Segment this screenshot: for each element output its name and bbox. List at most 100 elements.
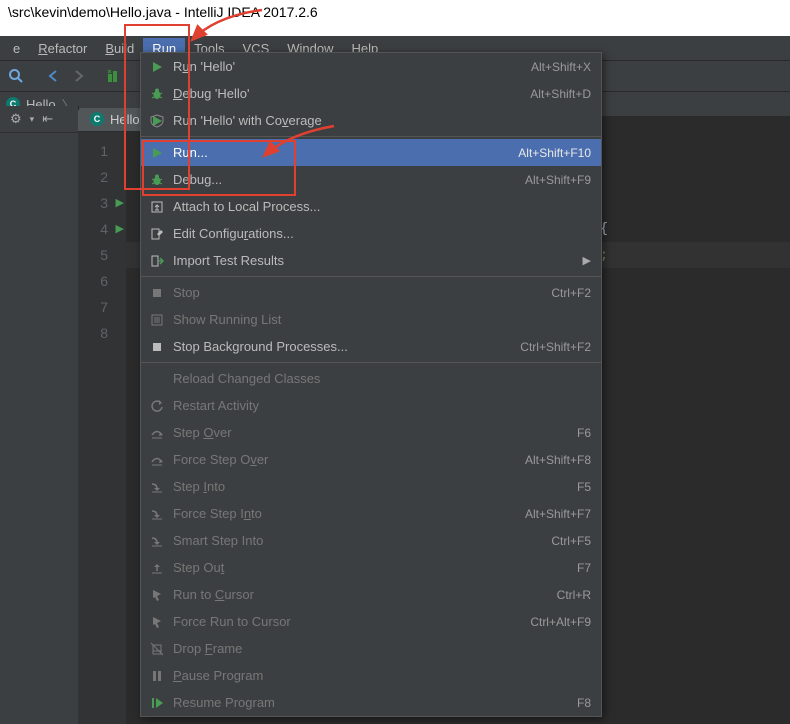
line-number: 2 xyxy=(78,164,126,190)
drop-icon xyxy=(147,639,167,659)
menu-shortcut: Ctrl+F5 xyxy=(551,534,591,548)
menu-item-label: Import Test Results xyxy=(173,253,591,268)
menu-item-label: Step Out xyxy=(173,560,577,575)
menu-item: Pause Program xyxy=(141,662,601,689)
menu-item-label: Debug... xyxy=(173,172,525,187)
play-icon xyxy=(147,57,167,77)
search-icon[interactable] xyxy=(4,64,28,88)
menu-refactor[interactable]: Refactor xyxy=(29,38,96,59)
menu-item-label: Edit Configurations... xyxy=(173,226,591,241)
list-icon xyxy=(147,310,167,330)
menu-item[interactable]: Run...Alt+Shift+F10 xyxy=(141,139,601,166)
stop-icon xyxy=(147,283,167,303)
window-title: \src\kevin\demo\Hello.java - IntelliJ ID… xyxy=(0,0,790,36)
menu-item[interactable]: Debug...Alt+Shift+F9 xyxy=(141,166,601,193)
gutter: 1 2 3 4 5 6 7 8 xyxy=(78,132,126,724)
menu-separator xyxy=(141,136,601,137)
side-column: ⚙ ▾ ⇤ xyxy=(0,106,79,724)
menu-item: Smart Step IntoCtrl+F5 xyxy=(141,527,601,554)
menu-shortcut: Ctrl+R xyxy=(557,588,591,602)
gear-icon[interactable]: ⚙ xyxy=(10,111,22,127)
build-icon[interactable] xyxy=(102,64,126,88)
menu-item[interactable]: Edit Configurations... xyxy=(141,220,601,247)
menu-item-label: Force Run to Cursor xyxy=(173,614,530,629)
menu-shortcut: Ctrl+Shift+F2 xyxy=(520,340,591,354)
menu-build[interactable]: Build xyxy=(96,38,143,59)
line-number: 7 xyxy=(78,294,126,320)
menu-item[interactable]: Stop Background Processes...Ctrl+Shift+F… xyxy=(141,333,601,360)
forward-icon[interactable] xyxy=(66,64,90,88)
run-dropdown: Run 'Hello'Alt+Shift+XDebug 'Hello'Alt+S… xyxy=(140,52,602,717)
menu-item: Force Step OverAlt+Shift+F8 xyxy=(141,446,601,473)
menu-shortcut: Alt+Shift+D xyxy=(530,87,591,101)
file-tab-label: Hello xyxy=(110,112,140,127)
pause-icon xyxy=(147,666,167,686)
stepover-icon xyxy=(147,450,167,470)
menu-item: Step OutF7 xyxy=(141,554,601,581)
menu-item-label: Stop xyxy=(173,285,551,300)
line-number[interactable]: 3 xyxy=(78,190,126,216)
menu-shortcut: F8 xyxy=(577,696,591,710)
menu-item-label: Show Running List xyxy=(173,312,591,327)
menu-item: Resume ProgramF8 xyxy=(141,689,601,716)
coverage-icon xyxy=(147,111,167,131)
menu-item-label: Step Into xyxy=(173,479,577,494)
menu-separator xyxy=(141,276,601,277)
menu-item: Show Running List xyxy=(141,306,601,333)
menu-shortcut: F6 xyxy=(577,426,591,440)
menu-item[interactable]: Debug 'Hello'Alt+Shift+D xyxy=(141,80,601,107)
menu-item-label: Run 'Hello' with Coverage xyxy=(173,113,591,128)
menu-shortcut: Alt+Shift+F10 xyxy=(518,146,591,160)
menu-item: Drop Frame xyxy=(141,635,601,662)
attach-icon xyxy=(147,197,167,217)
menu-shortcut: F7 xyxy=(577,561,591,575)
stop-icon xyxy=(147,337,167,357)
line-number: 8 xyxy=(78,320,126,346)
menu-item-label: Force Step Over xyxy=(173,452,525,467)
bug-icon xyxy=(147,84,167,104)
menu-item-label: Restart Activity xyxy=(173,398,591,413)
class-icon: C xyxy=(90,112,104,126)
menu-item: StopCtrl+F2 xyxy=(141,279,601,306)
menu-item-label: Run to Cursor xyxy=(173,587,557,602)
menu-item-label: Resume Program xyxy=(173,695,577,710)
resume-icon xyxy=(147,693,167,713)
submenu-arrow-icon: ▶ xyxy=(583,254,591,267)
stepout-icon xyxy=(147,558,167,578)
stepinto-icon xyxy=(147,504,167,524)
menu-shortcut: Alt+Shift+X xyxy=(531,60,591,74)
import-icon xyxy=(147,251,167,271)
menu-separator xyxy=(141,362,601,363)
menu-item: Run to CursorCtrl+R xyxy=(141,581,601,608)
line-number: 6 xyxy=(78,268,126,294)
bug-icon xyxy=(147,170,167,190)
collapse-icon[interactable]: ⇤ xyxy=(42,111,53,127)
menu-shortcut: Alt+Shift+F9 xyxy=(525,173,591,187)
menu-shortcut: Alt+Shift+F7 xyxy=(525,507,591,521)
menu-item-label: Pause Program xyxy=(173,668,591,683)
menu-item-label: Reload Changed Classes xyxy=(173,371,591,386)
menu-shortcut: Ctrl+Alt+F9 xyxy=(530,615,591,629)
back-icon[interactable] xyxy=(42,64,66,88)
menu-item[interactable]: Run 'Hello' with Coverage xyxy=(141,107,601,134)
menu-item: Force Step IntoAlt+Shift+F7 xyxy=(141,500,601,527)
menu-item: Step IntoF5 xyxy=(141,473,601,500)
menu-item[interactable]: Import Test Results▶ xyxy=(141,247,601,274)
menu-item-label: Drop Frame xyxy=(173,641,591,656)
menu-item: Reload Changed Classes xyxy=(141,365,601,392)
menu-item-label: Run... xyxy=(173,145,518,160)
line-number[interactable]: 4 xyxy=(78,216,126,242)
menu-item: Force Run to CursorCtrl+Alt+F9 xyxy=(141,608,601,635)
line-number: 1 xyxy=(78,138,126,164)
menu-item-label: Stop Background Processes... xyxy=(173,339,520,354)
menu-item[interactable]: Attach to Local Process... xyxy=(141,193,601,220)
restart-icon xyxy=(147,396,167,416)
menu-item-label: Smart Step Into xyxy=(173,533,551,548)
menu-edit-tail[interactable]: e xyxy=(4,38,29,59)
menu-item: Step OverF6 xyxy=(141,419,601,446)
stepinto-icon xyxy=(147,531,167,551)
menu-item-label: Attach to Local Process... xyxy=(173,199,591,214)
menu-item[interactable]: Run 'Hello'Alt+Shift+X xyxy=(141,53,601,80)
menu-shortcut: Alt+Shift+F8 xyxy=(525,453,591,467)
menu-item-label: Step Over xyxy=(173,425,577,440)
